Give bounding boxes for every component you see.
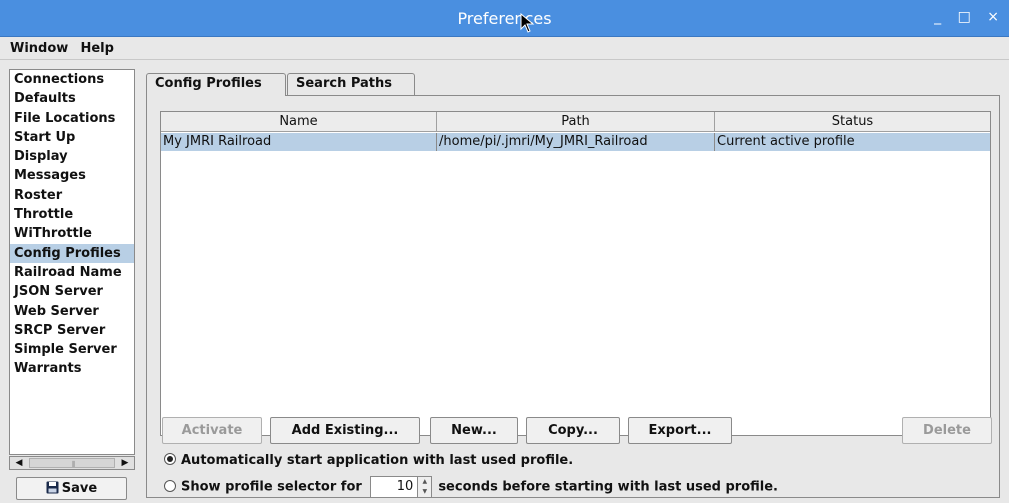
cell-path: /home/pi/.jmri/My_JMRI_Railroad [437, 133, 715, 151]
show-selector-prefix-label: Show profile selector for [181, 479, 362, 495]
add-existing-button[interactable]: Add Existing... [270, 417, 420, 444]
scroll-right-arrow-icon[interactable]: ▶ [118, 457, 132, 469]
seconds-value[interactable]: 10 [397, 479, 414, 494]
activate-button[interactable]: Activate [162, 417, 262, 444]
sidebar-item-simple-server[interactable]: Simple Server [10, 340, 134, 359]
cell-name: My JMRI Railroad [161, 133, 437, 151]
spinner-down-icon[interactable]: ▼ [418, 487, 431, 497]
scrollbar-grip-icon: ⦀ [72, 460, 76, 469]
sidebar-item-file-locations[interactable]: File Locations [10, 109, 134, 128]
sidebar-horizontal-scrollbar[interactable]: ◀ ⦀ ▶ [9, 456, 135, 470]
show-selector-suffix-label: seconds before starting with last used p… [438, 479, 778, 495]
auto-start-radio[interactable] [164, 453, 176, 465]
sidebar-item-roster[interactable]: Roster [10, 186, 134, 205]
show-selector-option[interactable]: Show profile selector for 10 ▲ ▼ seconds… [164, 476, 778, 498]
sidebar-item-srcp-server[interactable]: SRCP Server [10, 321, 134, 340]
minimize-button[interactable]: _ [934, 9, 941, 25]
auto-start-label: Automatically start application with las… [181, 453, 574, 468]
table-row[interactable]: My JMRI Railroad /home/pi/.jmri/My_JMRI_… [161, 133, 990, 151]
save-button-label: Save [61, 481, 98, 496]
copy-button[interactable]: Copy... [526, 417, 620, 444]
menu-bar: Window Help [0, 38, 1009, 60]
column-header-status[interactable]: Status [715, 112, 990, 132]
maximize-button[interactable]: □ [958, 9, 971, 25]
export-button[interactable]: Export... [628, 417, 732, 444]
sidebar-item-web-server[interactable]: Web Server [10, 302, 134, 321]
sidebar-item-throttle[interactable]: Throttle [10, 205, 134, 224]
sidebar-item-json-server[interactable]: JSON Server [10, 282, 134, 301]
title-bar: Preferences _ □ × [0, 0, 1009, 37]
sidebar-item-railroad-name[interactable]: Railroad Name [10, 263, 134, 282]
column-header-path[interactable]: Path [437, 112, 715, 132]
save-button[interactable]: Save [16, 477, 127, 500]
cell-status: Current active profile [715, 133, 990, 151]
delete-button[interactable]: Delete [902, 417, 992, 444]
sidebar-item-warrants[interactable]: Warrants [10, 359, 134, 378]
spinner-up-icon[interactable]: ▲ [418, 477, 431, 487]
close-button[interactable]: × [987, 9, 999, 25]
sidebar-item-start-up[interactable]: Start Up [10, 128, 134, 147]
scroll-left-arrow-icon[interactable]: ◀ [12, 457, 26, 469]
menu-window[interactable]: Window [0, 38, 68, 56]
preferences-category-list: Connections Defaults File Locations Star… [9, 69, 135, 455]
sidebar-item-display[interactable]: Display [10, 147, 134, 166]
sidebar-item-config-profiles[interactable]: Config Profiles [10, 243, 134, 263]
table-header: Name Path Status [161, 112, 990, 132]
window-controls: _ □ × [922, 9, 999, 25]
scrollbar-thumb[interactable]: ⦀ [29, 458, 115, 469]
mouse-cursor-icon [520, 13, 535, 33]
seconds-spinner[interactable]: 10 ▲ ▼ [370, 476, 433, 498]
sidebar-item-withrottle[interactable]: WiThrottle [10, 224, 134, 243]
tab-config-profiles[interactable]: Config Profiles [146, 73, 286, 96]
show-selector-radio[interactable] [164, 479, 176, 492]
window-title: Preferences [457, 9, 552, 28]
menu-help[interactable]: Help [72, 38, 113, 56]
spinner-arrows[interactable]: ▲ ▼ [417, 477, 432, 497]
floppy-disk-icon [46, 481, 59, 494]
sidebar-item-connections[interactable]: Connections [10, 70, 134, 89]
auto-start-option[interactable]: Automatically start application with las… [164, 453, 573, 468]
sidebar-item-defaults[interactable]: Defaults [10, 89, 134, 108]
tab-search-paths[interactable]: Search Paths [287, 73, 415, 95]
profiles-table[interactable]: Name Path Status My JMRI Railroad /home/… [160, 111, 991, 436]
column-header-name[interactable]: Name [161, 112, 437, 132]
sidebar-item-messages[interactable]: Messages [10, 166, 134, 185]
new-button[interactable]: New... [430, 417, 518, 444]
